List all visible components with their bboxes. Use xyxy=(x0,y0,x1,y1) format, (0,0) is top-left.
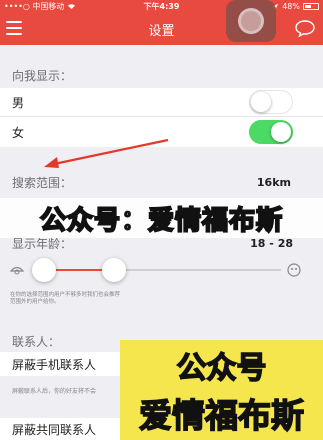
female-toggle[interactable] xyxy=(249,120,293,144)
age-slider[interactable] xyxy=(0,254,323,286)
battery-icon xyxy=(303,3,319,10)
watermark-box-line2: 爱情福布斯 xyxy=(138,395,305,436)
slider-min-thumb[interactable] xyxy=(32,258,56,282)
slider-max-thumb[interactable] xyxy=(102,258,126,282)
age-value: 18 - 28 xyxy=(250,236,293,250)
page-title: 设置 xyxy=(148,23,175,39)
show-me-section-title: 向我显示： xyxy=(12,69,73,83)
search-range-row[interactable]: 搜索范围： 16km xyxy=(0,168,323,196)
menu-icon[interactable] xyxy=(6,21,22,35)
watermark-box-line1: 公众号 xyxy=(176,350,268,387)
male-toggle[interactable] xyxy=(249,90,293,114)
block-common-contacts-label: 屏蔽共同联系人 xyxy=(12,422,97,437)
old-face-icon xyxy=(287,263,301,277)
assistive-touch-button[interactable] xyxy=(226,0,276,42)
male-label: 男 xyxy=(12,95,25,110)
watermark-banner-text: 公众号：爱情福布斯 xyxy=(39,205,283,237)
red-arrow-annotation xyxy=(44,138,169,168)
young-face-icon xyxy=(10,266,24,275)
search-range-value: 16km xyxy=(256,175,291,189)
block-phone-contacts-desc: 屏蔽联系人后，你的好友将不会 xyxy=(12,388,97,395)
chat-bubble-icon[interactable] xyxy=(295,20,315,37)
age-note: 在你的选择范围内用户不够多时我们也会推荐范围外的用户给你。 xyxy=(10,292,121,305)
search-range-label: 搜索范围： xyxy=(12,175,73,190)
block-phone-contacts-label: 屏蔽手机联系人 xyxy=(12,357,97,372)
watermark-banner: 公众号：爱情福布斯 xyxy=(0,198,323,238)
male-row[interactable]: 男 xyxy=(0,88,323,117)
contacts-section-title: 联系人： xyxy=(12,335,61,349)
female-label: 女 xyxy=(12,125,25,140)
watermark-box: 公众号 爱情福布斯 xyxy=(120,340,323,440)
